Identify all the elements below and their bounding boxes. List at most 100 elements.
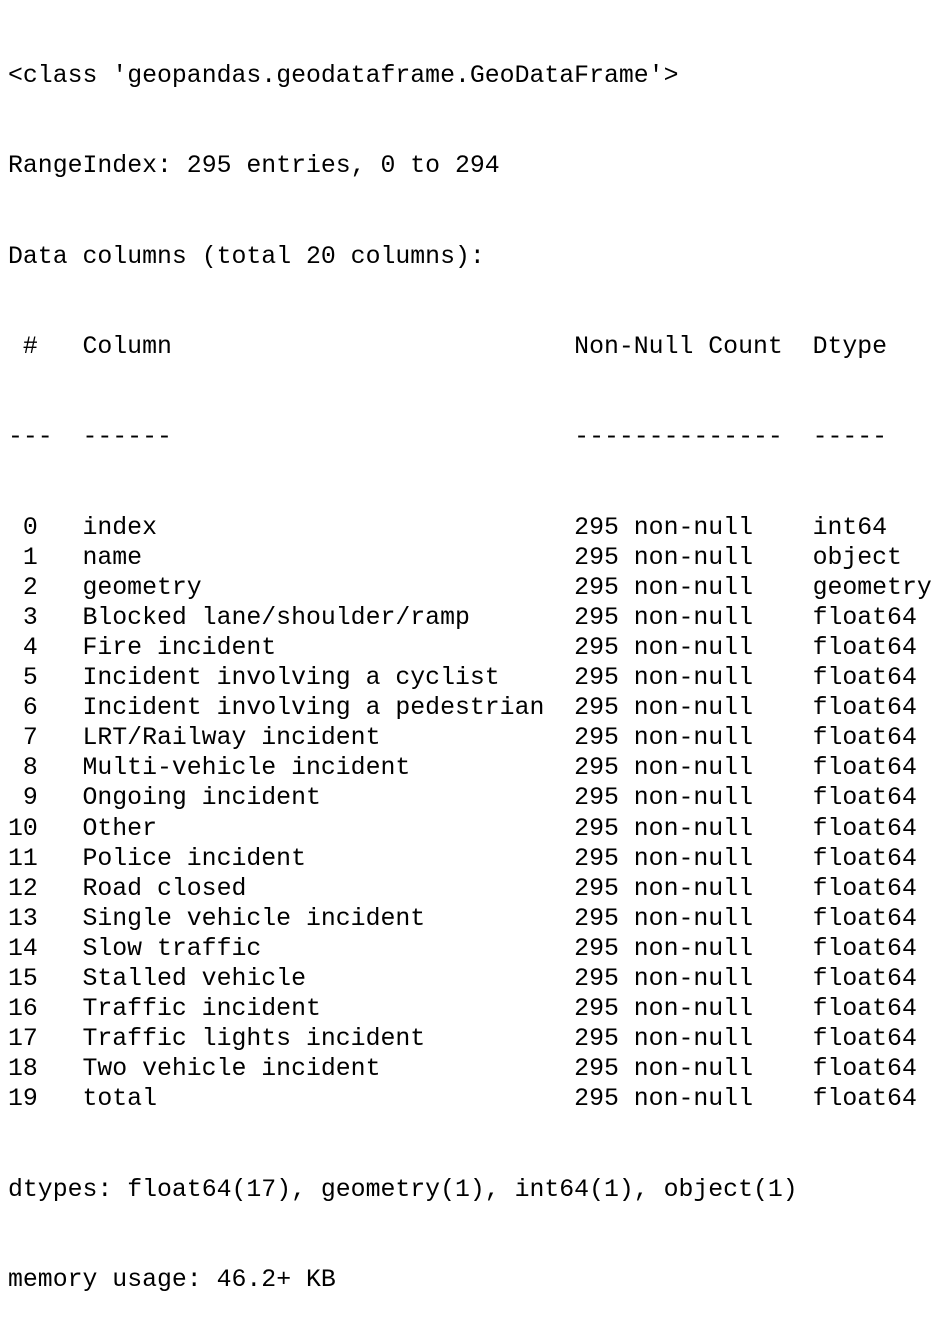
separator-index: --- xyxy=(8,423,53,452)
row-dtype: float64 xyxy=(812,1085,917,1114)
row-dtype: float64 xyxy=(812,633,917,662)
row-index: 0 xyxy=(22,513,38,542)
table-row: 2 geometry 295 non-null geometry xyxy=(8,573,942,603)
row-index: 14 xyxy=(8,934,38,963)
table-row: 18 Two vehicle incident 295 non-null float6… xyxy=(8,1054,942,1084)
row-index: 3 xyxy=(22,603,38,632)
row-index: 5 xyxy=(22,664,38,693)
table-row: 7 LRT/Railway incident 295 non-null float64 xyxy=(8,723,942,753)
row-index: 4 xyxy=(22,633,38,662)
table-row: 15 Stalled vehicle 295 non-null float64 xyxy=(8,964,942,994)
row-non-null-count: 295 non-null xyxy=(574,904,753,933)
row-non-null-count: 295 non-null xyxy=(574,934,753,963)
row-column-name: Blocked lane/shoulder/ramp xyxy=(82,603,470,632)
row-non-null-count: 295 non-null xyxy=(574,1055,753,1084)
row-index: 15 xyxy=(8,965,38,993)
header-count: Non-Null Count xyxy=(574,333,783,362)
row-column-name: name xyxy=(82,543,143,572)
row-index: 13 xyxy=(8,904,38,933)
row-index: 16 xyxy=(8,995,38,1024)
row-dtype: object xyxy=(812,543,902,572)
row-non-null-count: 295 non-null xyxy=(574,874,753,903)
separator-dtype: ----- xyxy=(812,423,888,452)
table-row: 17 Traffic lights incident 295 non-null flo… xyxy=(8,1024,942,1054)
row-dtype: float64 xyxy=(812,1025,917,1054)
table-row: 12 Road closed 295 non-null float64 xyxy=(8,874,942,904)
row-dtype: float64 xyxy=(812,874,917,903)
row-index: 18 xyxy=(8,1055,38,1084)
table-row: 0 index 295 non-null int64 xyxy=(8,513,942,543)
row-non-null-count: 295 non-null xyxy=(574,664,753,693)
row-column-name: LRT/Railway incident xyxy=(82,724,381,753)
row-column-name: geometry xyxy=(82,573,202,602)
row-non-null-count: 295 non-null xyxy=(574,694,753,723)
table-row: 10 Other 295 non-null float64 xyxy=(8,814,942,844)
row-non-null-count: 295 non-null xyxy=(574,543,753,572)
header-column: Column xyxy=(82,333,172,362)
row-column-name: Road closed xyxy=(82,874,247,903)
row-dtype: float64 xyxy=(812,784,917,813)
row-non-null-count: 295 non-null xyxy=(574,573,753,602)
table-row: 16 Traffic incident 295 non-null float64 xyxy=(8,994,942,1024)
table-row: 4 Fire incident 295 non-null float64 xyxy=(8,633,942,663)
row-index: 6 xyxy=(22,694,38,723)
row-column-name: total xyxy=(82,1085,157,1114)
row-column-name: Traffic incident xyxy=(82,995,321,1024)
row-column-name: Slow traffic xyxy=(82,934,262,963)
table-row: 3 Blocked lane/shoulder/ramp 295 non-null f… xyxy=(8,603,942,633)
row-column-name: Other xyxy=(82,814,157,843)
header-index: # xyxy=(22,333,38,362)
row-non-null-count: 295 non-null xyxy=(574,844,753,873)
data-columns-line: Data columns (total 20 columns): xyxy=(8,242,485,271)
row-non-null-count: 295 non-null xyxy=(574,965,753,993)
row-dtype: float64 xyxy=(812,995,917,1024)
row-column-name: Multi-vehicle incident xyxy=(82,754,411,783)
memory-usage-line: memory usage: 46.2+ KB xyxy=(8,1265,336,1294)
range-index-line: RangeIndex: 295 entries, 0 to 294 xyxy=(8,152,500,181)
dataframe-info-output: <class 'geopandas.geodataframe.GeoDataFr… xyxy=(0,0,942,1325)
row-index: 11 xyxy=(8,844,38,873)
row-non-null-count: 295 non-null xyxy=(574,814,753,843)
row-dtype: geometry xyxy=(812,573,932,602)
row-non-null-count: 295 non-null xyxy=(574,1025,753,1054)
class-line: <class 'geopandas.geodataframe.GeoDataFr… xyxy=(8,62,679,91)
dtypes-line: dtypes: float64(17), geometry(1), int64(… xyxy=(8,1175,798,1204)
row-dtype: int64 xyxy=(812,513,888,542)
row-non-null-count: 295 non-null xyxy=(574,603,753,632)
row-non-null-count: 295 non-null xyxy=(574,754,753,783)
row-non-null-count: 295 non-null xyxy=(574,784,753,813)
table-row: 19 total 295 non-null float64 xyxy=(8,1084,942,1114)
table-separator: --- ------ -------------- ----- xyxy=(8,422,942,452)
row-dtype: float64 xyxy=(812,724,917,753)
row-column-name: index xyxy=(82,513,157,542)
row-dtype: float64 xyxy=(812,965,917,993)
separator-column: ------ xyxy=(82,423,172,452)
table-row: 6 Incident involving a pedestrian 295 non-… xyxy=(8,693,942,723)
row-index: 1 xyxy=(22,543,38,572)
table-row: 13 Single vehicle incident 295 non-null flo… xyxy=(8,904,942,934)
row-dtype: float64 xyxy=(812,814,917,843)
row-index: 19 xyxy=(8,1085,38,1114)
row-column-name: Two vehicle incident xyxy=(82,1055,381,1084)
table-row: 1 name 295 non-null object xyxy=(8,543,942,573)
row-index: 12 xyxy=(8,874,38,903)
row-dtype: float64 xyxy=(812,934,917,963)
table-header: # Column Non-Null Count Dtype xyxy=(8,332,942,362)
row-column-name: Incident involving a cyclist xyxy=(82,664,500,693)
row-non-null-count: 295 non-null xyxy=(574,633,753,662)
table-row: 14 Slow traffic 295 non-null float64 xyxy=(8,934,942,964)
header-dtype: Dtype xyxy=(812,333,888,362)
row-dtype: float64 xyxy=(812,603,917,632)
row-index: 9 xyxy=(22,784,38,813)
table-rows: 0 index 295 non-null int64 1 name 295 non-null… xyxy=(8,513,942,1115)
table-row: 9 Ongoing incident 295 non-null float64 xyxy=(8,783,942,813)
row-column-name: Single vehicle incident xyxy=(82,904,426,933)
row-dtype: float64 xyxy=(812,904,917,933)
row-non-null-count: 295 non-null xyxy=(574,1085,753,1114)
row-column-name: Incident involving a pedestrian xyxy=(82,694,545,723)
row-non-null-count: 295 non-null xyxy=(574,513,753,542)
row-column-name: Ongoing incident xyxy=(82,784,321,813)
row-dtype: float64 xyxy=(812,844,917,873)
row-column-name: Police incident xyxy=(82,844,306,873)
row-index: 8 xyxy=(22,754,38,783)
